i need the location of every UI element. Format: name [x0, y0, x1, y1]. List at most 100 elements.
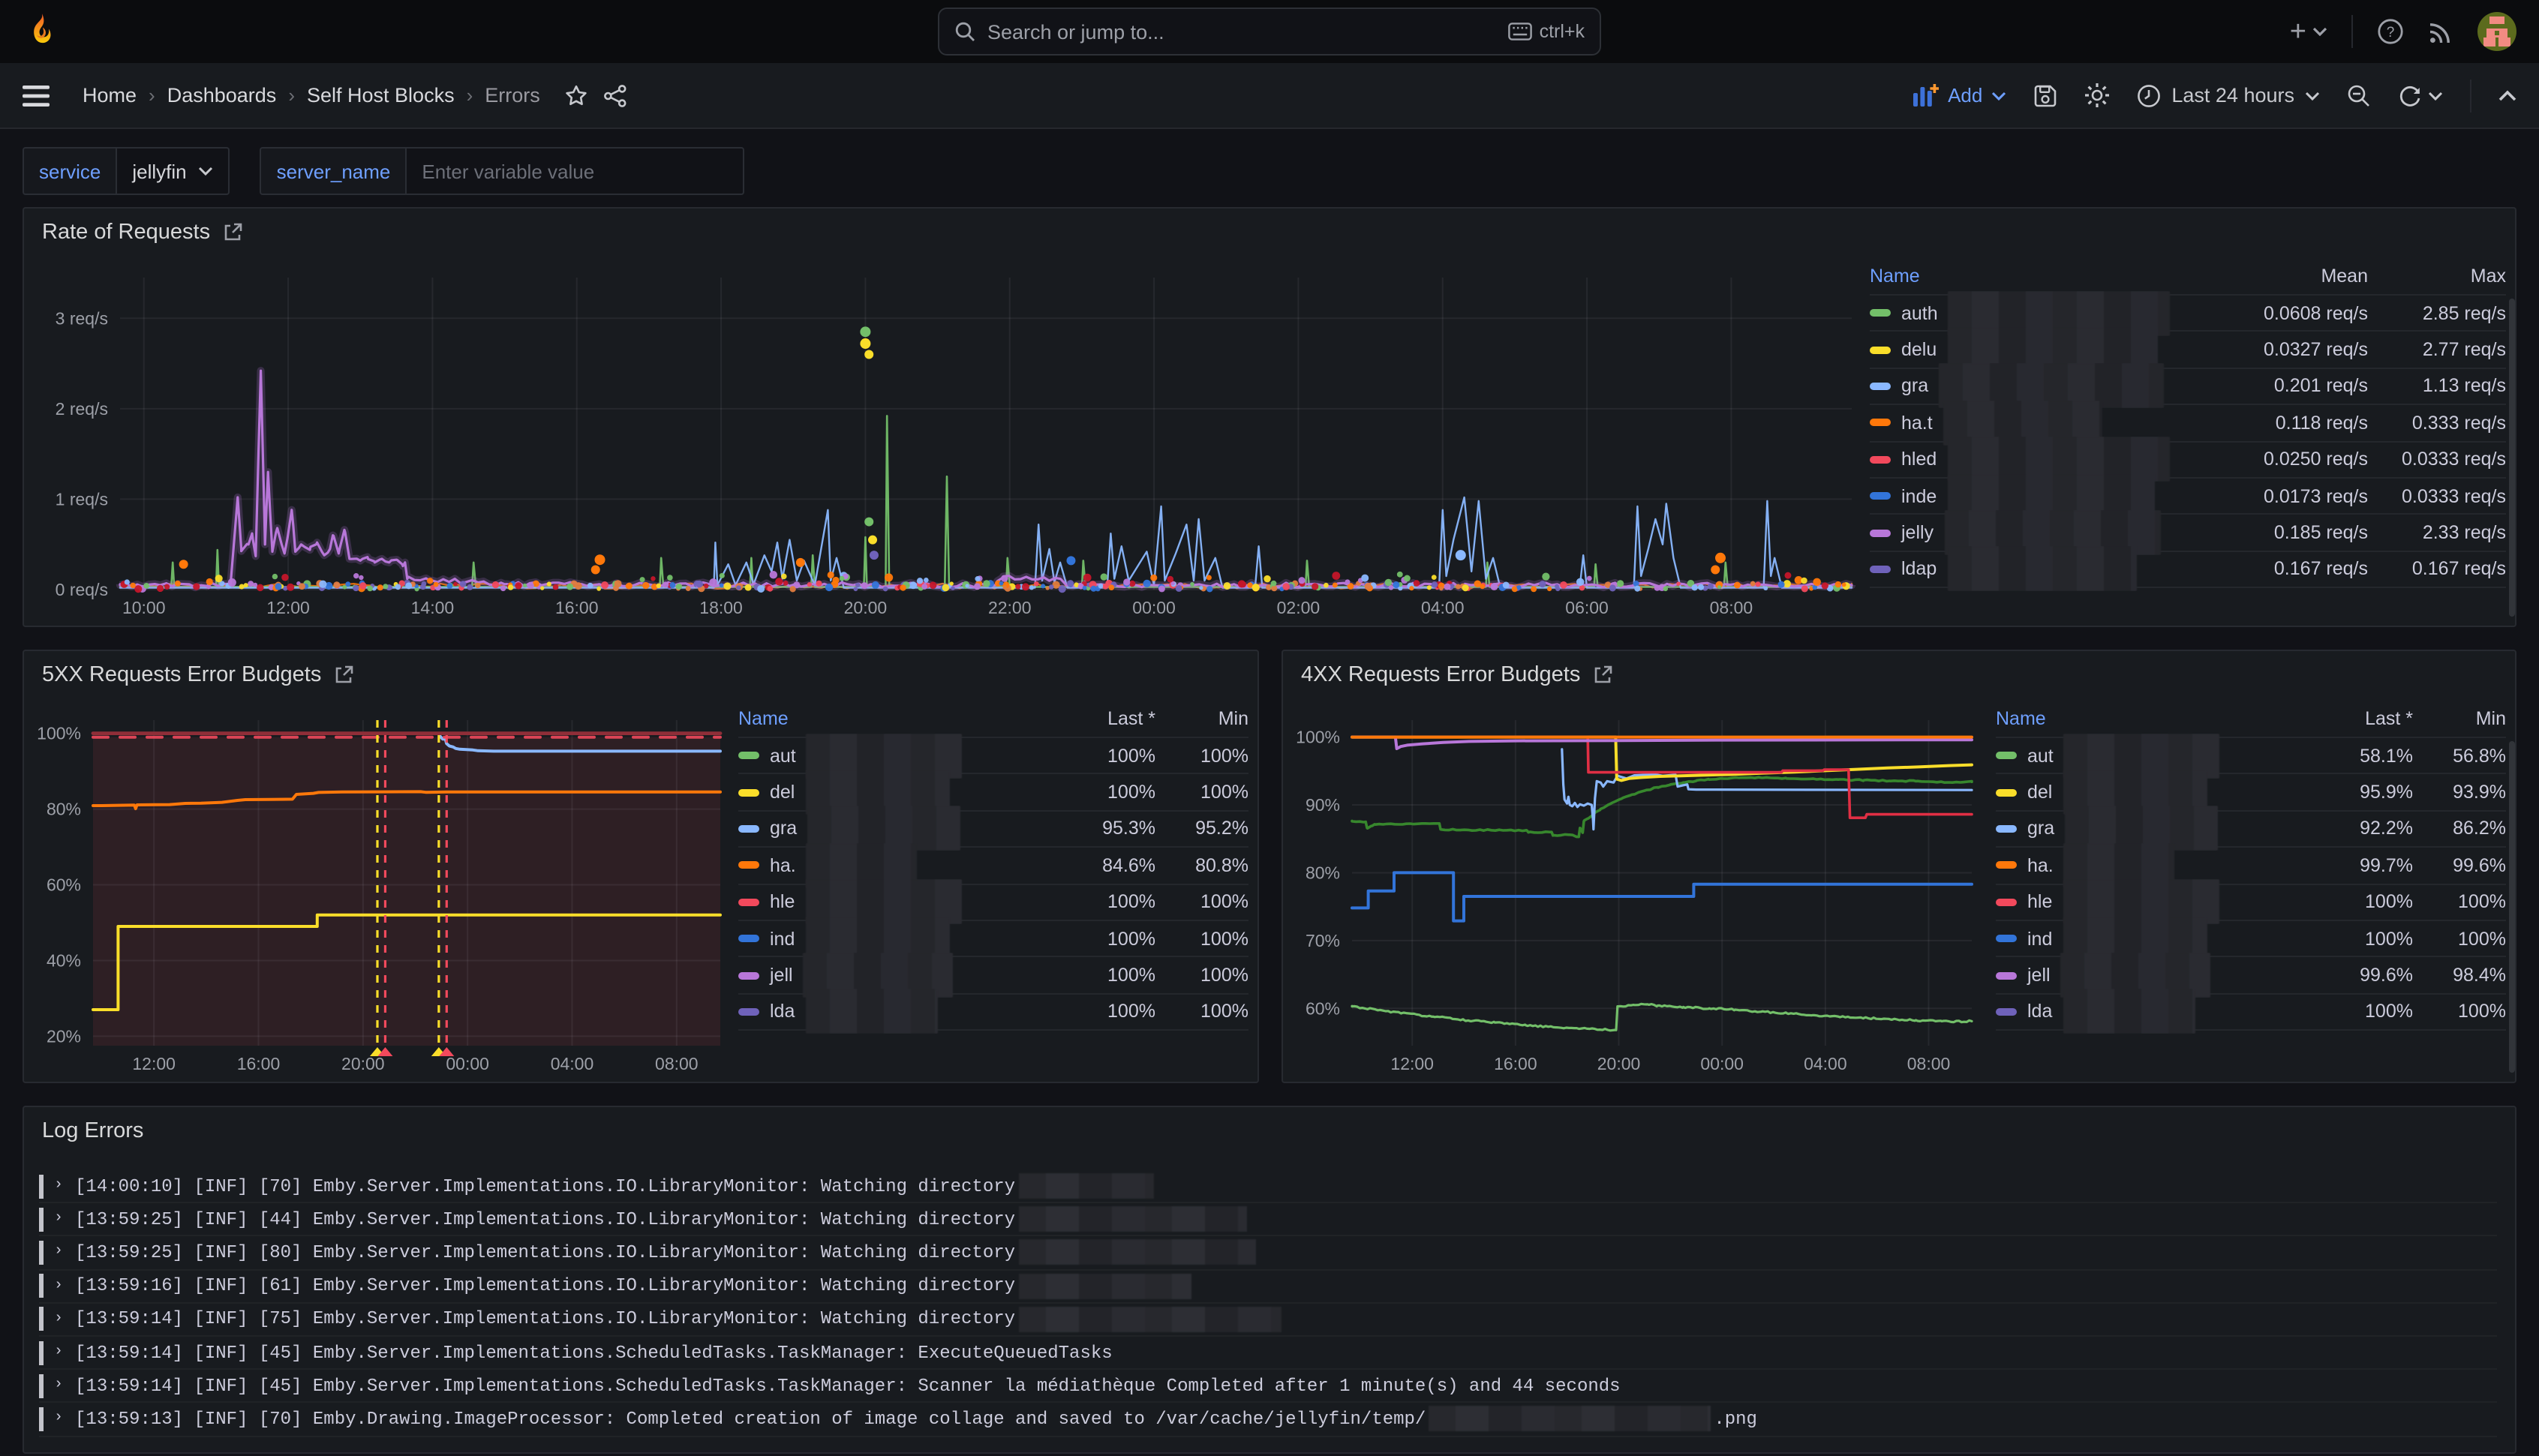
series-name: ha. — [770, 855, 796, 876]
zoom-out-button[interactable] — [2347, 83, 2371, 107]
redacted-series-name — [2063, 989, 2195, 1034]
legend-header-name[interactable]: Name — [1870, 265, 2209, 286]
panel-5xx-error-budgets: 5XX Requests Error Budgets 20%40%60%80%1… — [23, 650, 1259, 1083]
legend-row[interactable]: lda 100% 100% — [738, 994, 1248, 1031]
series-color-swatch — [1996, 1008, 2017, 1016]
expand-log-chevron-icon[interactable]: › — [54, 1211, 63, 1228]
series-min-value: 93.9% — [2413, 782, 2506, 803]
series-last-value: 99.7% — [2305, 855, 2413, 876]
log-row[interactable]: › [14:00:10] [INF] [70] Emby.Server.Impl… — [39, 1170, 2497, 1203]
series-mean-value: 0.0250 req/s — [2209, 449, 2368, 470]
expand-log-chevron-icon[interactable]: › — [54, 1377, 63, 1394]
legend-header-last[interactable]: Last * — [1047, 707, 1155, 728]
dashboard-settings-button[interactable] — [2084, 83, 2110, 108]
4xx-chart[interactable]: 60%70%80%90%100%12:0016:0020:0000:0004:0… — [1283, 699, 1993, 1082]
series-last-value: 100% — [1047, 928, 1155, 949]
new-dropdown-button[interactable]: + — [2290, 17, 2327, 46]
series-name: ind — [2027, 928, 2052, 949]
breadcrumb-home[interactable]: Home — [83, 84, 137, 107]
refresh-button[interactable] — [2398, 83, 2443, 107]
legend-header-min[interactable]: Min — [1155, 707, 1248, 728]
series-last-value: 100% — [1047, 745, 1155, 766]
top-nav: Search or jump to... ctrl+k + ? — [0, 0, 2539, 63]
breadcrumb-dashboards[interactable]: Dashboards — [167, 84, 277, 107]
service-variable-select[interactable]: jellyfin — [117, 147, 230, 195]
legend-header-max[interactable]: Max — [2368, 265, 2506, 286]
external-link-icon[interactable] — [333, 665, 354, 686]
series-name: aut — [2027, 745, 2054, 766]
expand-log-chevron-icon[interactable]: › — [54, 1311, 63, 1328]
panel-header[interactable]: Rate of Requests — [24, 209, 2515, 257]
external-link-icon[interactable] — [222, 222, 243, 243]
series-name: ldap — [1901, 559, 1937, 580]
series-min-value: 100% — [1155, 928, 1248, 949]
time-range-picker[interactable]: Last 24 hours — [2137, 83, 2320, 107]
5xx-chart[interactable]: 20%40%60%80%100%12:0016:0020:0000:0004:0… — [24, 699, 735, 1082]
news-button[interactable] — [2428, 19, 2453, 44]
log-row[interactable]: › [13:59:25] [INF] [44] Emby.Server.Impl… — [39, 1203, 2497, 1236]
save-dashboard-button[interactable] — [2033, 83, 2057, 107]
series-last-value: 99.6% — [2305, 965, 2413, 986]
log-row[interactable]: › [13:59:13] [INF] [70] Emby.Drawing.Ima… — [39, 1403, 2497, 1436]
help-button[interactable]: ? — [2377, 18, 2404, 45]
grafana-logo-icon[interactable] — [23, 12, 62, 51]
menu-toggle-button[interactable] — [23, 85, 50, 106]
legend-header-min[interactable]: Min — [2413, 707, 2506, 728]
chevron-down-icon — [1991, 91, 2006, 100]
panel-header[interactable]: Log Errors — [24, 1107, 2515, 1155]
legend-scrollbar[interactable] — [2509, 299, 2515, 617]
legend-row[interactable]: ldap 0.167 req/s 0.167 req/s — [1870, 551, 2506, 588]
share-button[interactable] — [603, 83, 627, 107]
server-name-variable-input[interactable] — [407, 147, 744, 195]
log-row[interactable]: › [13:59:16] [INF] [61] Emby.Server.Impl… — [39, 1270, 2497, 1303]
series-color-swatch — [738, 935, 759, 942]
external-link-icon[interactable] — [1592, 665, 1613, 686]
series-color-swatch — [1870, 419, 1891, 427]
breadcrumb-folder[interactable]: Self Host Blocks — [307, 84, 455, 107]
search-input[interactable]: Search or jump to... ctrl+k — [938, 8, 1601, 56]
svg-text:08:00: 08:00 — [1710, 598, 1753, 617]
favorite-button[interactable] — [564, 83, 588, 107]
svg-text:40%: 40% — [47, 950, 81, 970]
series-last-value: 58.1% — [2305, 745, 2413, 766]
panel-title: Rate of Requests — [42, 221, 210, 245]
series-last-value: 100% — [1047, 782, 1155, 803]
log-row[interactable]: › [13:59:25] [INF] [80] Emby.Server.Impl… — [39, 1237, 2497, 1270]
avatar[interactable] — [2477, 12, 2516, 51]
expand-log-chevron-icon[interactable]: › — [54, 1277, 63, 1294]
panel-header[interactable]: 5XX Requests Error Budgets — [24, 651, 1257, 699]
series-color-swatch — [1870, 566, 1891, 573]
panel-header[interactable]: 4XX Requests Error Budgets — [1283, 651, 2515, 699]
series-mean-value: 0.201 req/s — [2209, 376, 2368, 397]
expand-log-chevron-icon[interactable]: › — [54, 1344, 63, 1361]
legend-row[interactable]: lda 100% 100% — [1996, 994, 2506, 1031]
series-color-swatch — [1870, 309, 1891, 317]
svg-text:12:00: 12:00 — [266, 598, 310, 617]
log-row[interactable]: › [13:59:14] [INF] [45] Emby.Server.Impl… — [39, 1337, 2497, 1370]
log-level-bar — [39, 1274, 44, 1298]
add-panel-button[interactable]: Add — [1913, 84, 2006, 107]
svg-text:80%: 80% — [47, 800, 81, 819]
series-name: delu — [1901, 339, 1937, 360]
legend-header: Name Last * Min — [738, 699, 1248, 738]
log-row[interactable]: › [13:59:14] [INF] [45] Emby.Server.Impl… — [39, 1370, 2497, 1403]
divider — [2470, 79, 2471, 112]
breadcrumb-separator: › — [149, 84, 155, 107]
clock-icon — [2137, 83, 2161, 107]
legend-header-name[interactable]: Name — [738, 707, 1047, 728]
legend-header-mean[interactable]: Mean — [2209, 265, 2368, 286]
log-row[interactable]: › [13:59:14] [INF] [75] Emby.Server.Impl… — [39, 1304, 2497, 1337]
series-color-swatch — [1996, 935, 2017, 942]
legend-scrollbar[interactable] — [2509, 741, 2515, 1073]
legend-header-last[interactable]: Last * — [2305, 707, 2413, 728]
svg-text:18:00: 18:00 — [699, 598, 743, 617]
expand-log-chevron-icon[interactable]: › — [54, 1244, 63, 1261]
expand-log-chevron-icon[interactable]: › — [54, 1411, 63, 1427]
series-name: ha. — [2027, 855, 2054, 876]
collapse-toolbar-button[interactable] — [2498, 89, 2516, 101]
service-variable-label: service — [23, 147, 117, 195]
svg-text:60%: 60% — [1306, 998, 1340, 1018]
legend-header-name[interactable]: Name — [1996, 707, 2305, 728]
expand-log-chevron-icon[interactable]: › — [54, 1178, 63, 1194]
rate-chart[interactable]: 0 req/s1 req/s2 req/s3 req/s10:0012:0014… — [24, 257, 1867, 626]
